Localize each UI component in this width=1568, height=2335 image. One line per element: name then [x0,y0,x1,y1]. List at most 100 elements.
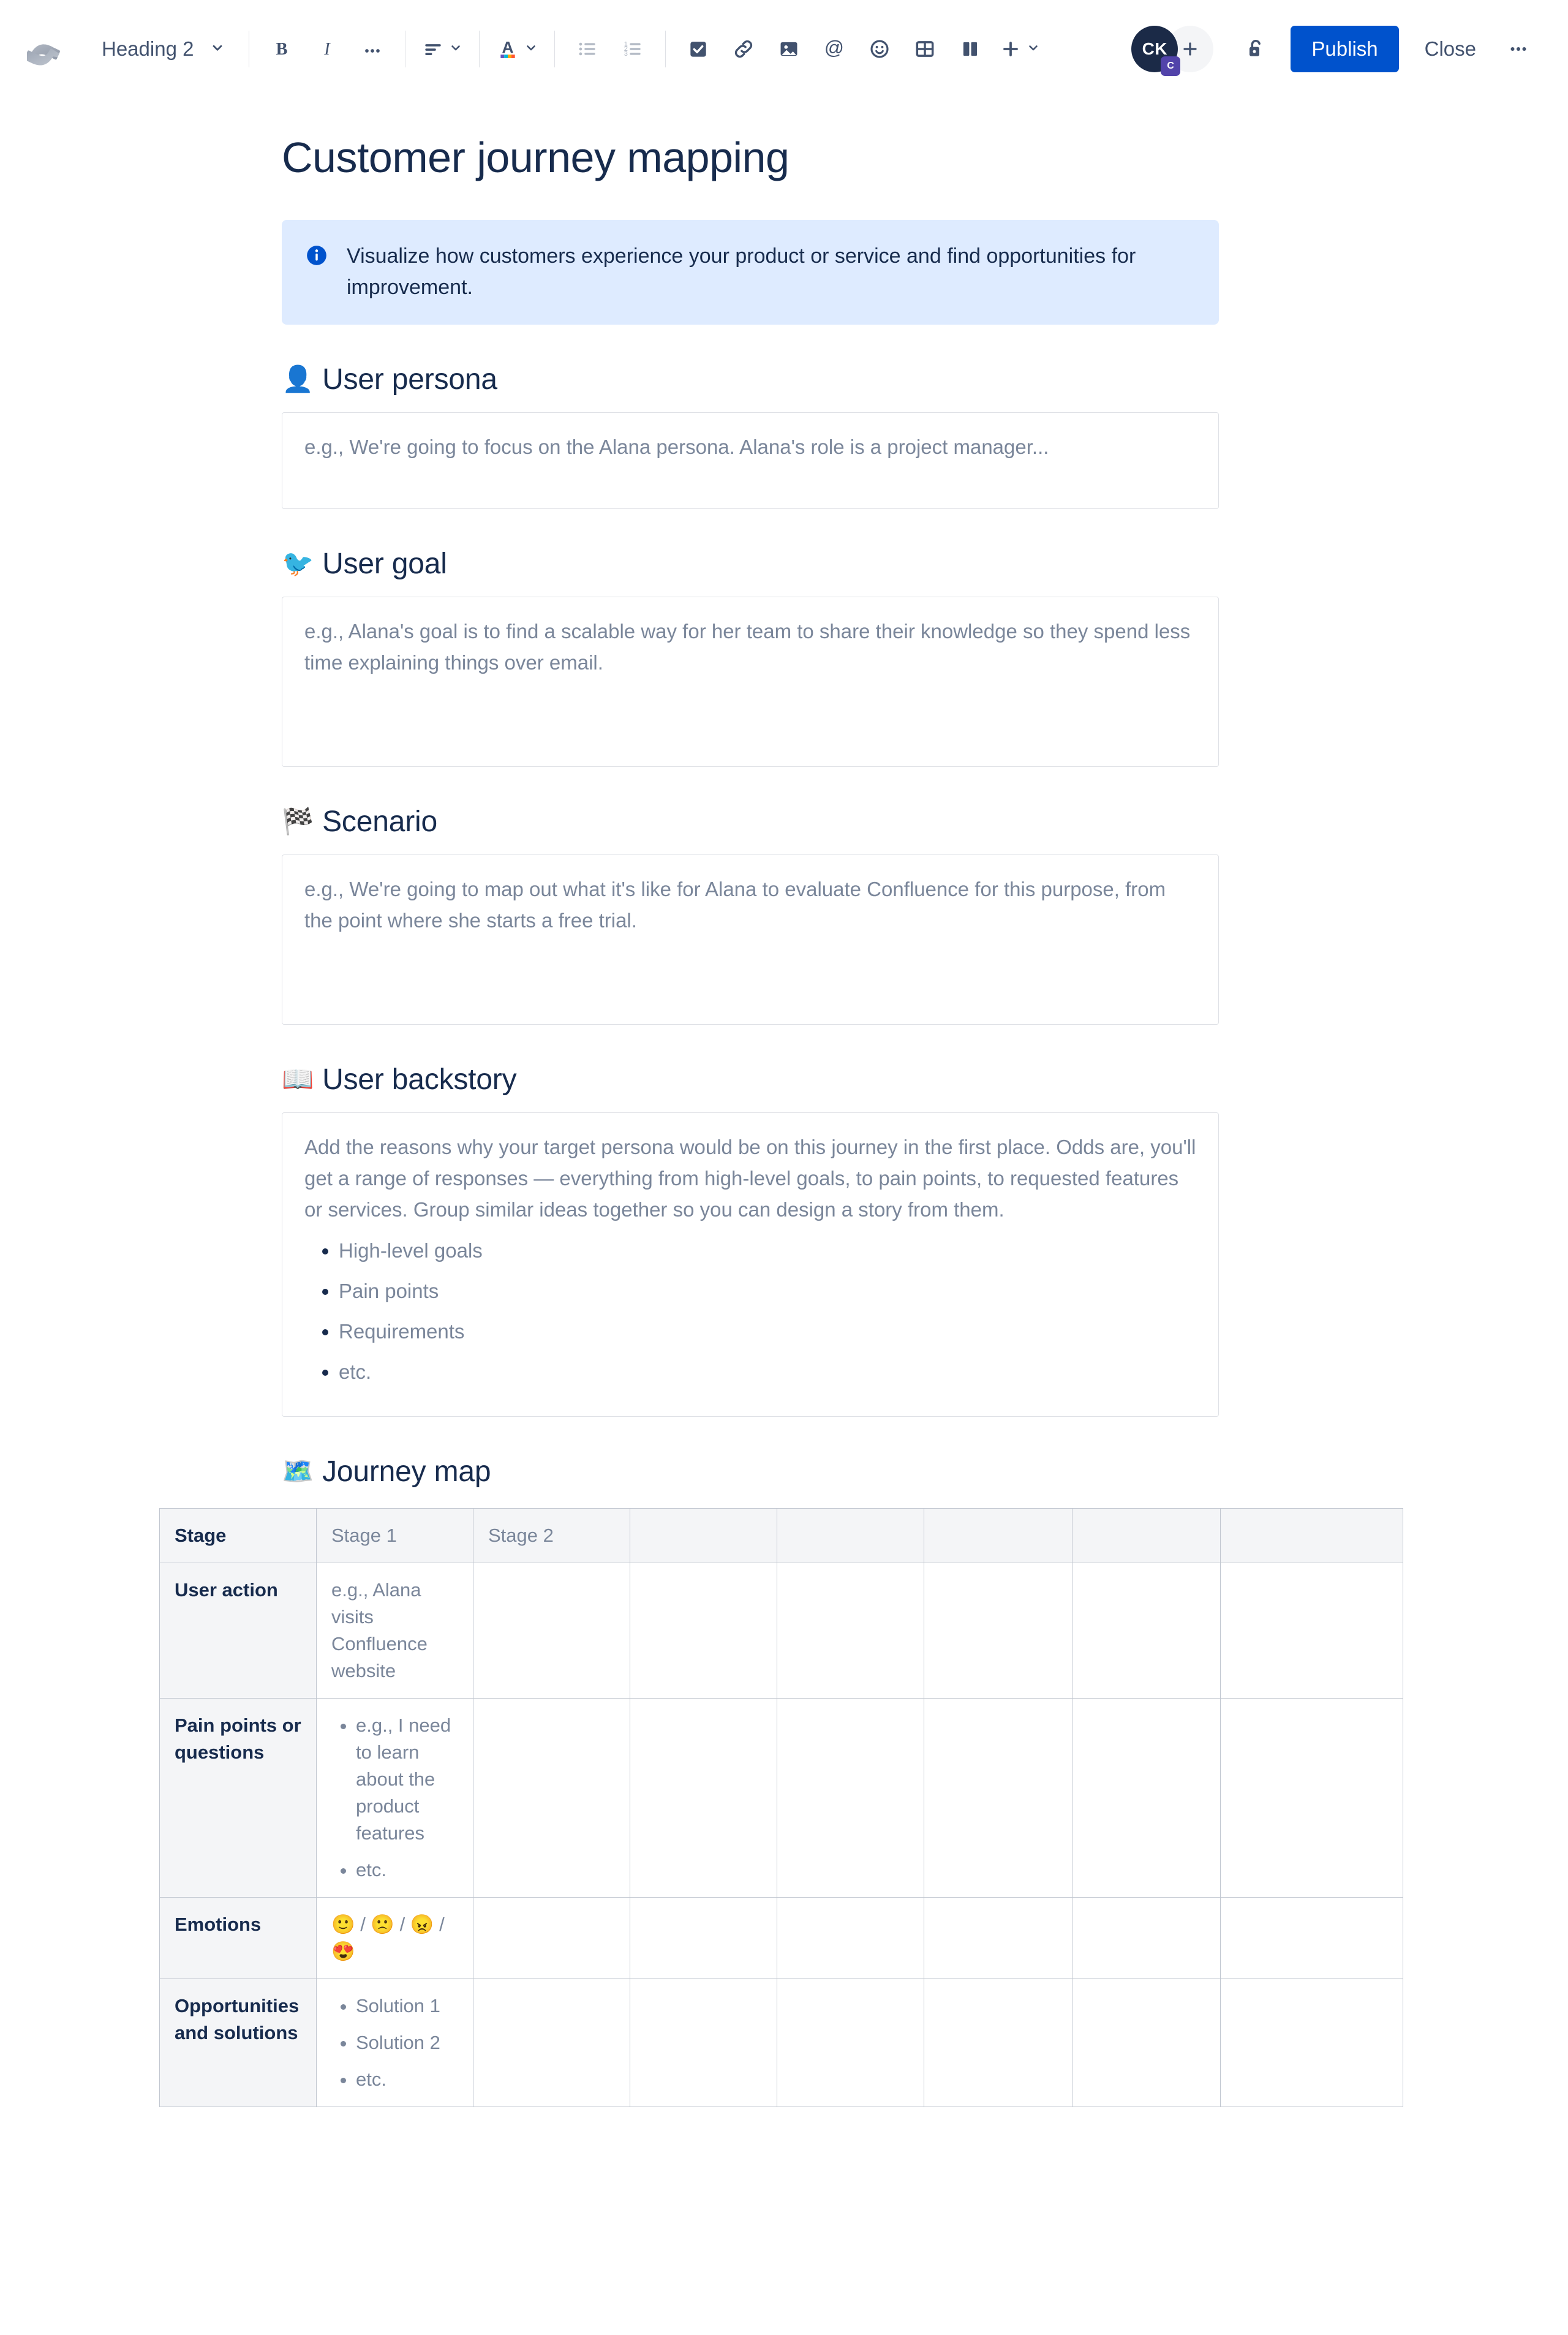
mention-button[interactable]: @ [812,26,857,72]
chevron-down-icon [448,40,463,57]
italic-icon: I [324,40,331,59]
table-row: User action e.g., Alana visits Confluenc… [159,1562,1403,1699]
restrictions-button[interactable] [1233,26,1278,72]
table-cell[interactable] [777,1978,924,2107]
row-header-emotions[interactable]: Emotions [159,1896,317,1979]
table-row: Pain points or questions e.g., I need to… [159,1697,1403,1898]
confluence-logo-icon[interactable] [23,28,66,70]
column-header-empty[interactable] [1072,1507,1221,1563]
column-header-stage-1[interactable]: Stage 1 [316,1507,473,1563]
column-header-empty[interactable] [1220,1507,1403,1563]
column-header-empty[interactable] [777,1507,924,1563]
column-header-empty[interactable] [630,1507,777,1563]
plus-icon [1003,41,1019,56]
table-cell[interactable] [924,1896,1072,1979]
table-cell[interactable] [924,1978,1072,2107]
table-cell[interactable] [924,1562,1072,1699]
more-formatting-button[interactable] [350,26,395,72]
toolbar-left-group: Heading 2 B I A 1 2 3 @ [23,26,1047,72]
numbered-list-button[interactable]: 1 2 3 [610,26,655,72]
scenario-input[interactable]: e.g., We're going to map out what it's l… [282,854,1219,1025]
user-backstory-input[interactable]: Add the reasons why your target persona … [282,1112,1219,1417]
table-cell[interactable] [777,1697,924,1898]
more-options-button[interactable] [1496,26,1541,72]
bold-button[interactable]: B [259,26,304,72]
section-heading-user-persona: 👤 User persona [282,363,1219,396]
table-row: Emotions 🙂 / 🙁 / 😠 / 😍 [159,1896,1403,1979]
column-header-stage-2[interactable]: Stage 2 [473,1507,630,1563]
open-book-emoji: 📖 [282,1065,314,1094]
image-icon [780,42,797,56]
table-cell[interactable]: e.g., Alana visits Confluence website [316,1562,473,1699]
table-cell[interactable] [924,1697,1072,1898]
table-cell[interactable] [1220,1697,1403,1898]
ellipsis-icon [365,48,380,53]
table-cell[interactable] [1220,1562,1403,1699]
journey-map-table-wrapper: Stage Stage 1 Stage 2 User action e.g., … [159,1507,1403,2107]
avatar[interactable]: CK C [1131,25,1181,76]
table-cell[interactable] [1072,1697,1221,1898]
image-button[interactable] [766,26,812,72]
svg-text:I: I [324,40,331,59]
column-header-empty[interactable] [924,1507,1072,1563]
table-cell[interactable] [630,1697,777,1898]
list-item: High-level goals [339,1236,1196,1266]
emoji-button[interactable] [857,26,902,72]
link-button[interactable] [721,26,766,72]
table-cell[interactable] [1072,1562,1221,1699]
italic-button[interactable]: I [304,26,350,72]
table-cell[interactable] [473,1896,630,1979]
block-type-selector[interactable]: Heading 2 [87,26,239,72]
svg-text:3: 3 [624,50,628,58]
action-item-button[interactable] [676,26,721,72]
text-alignment-button[interactable] [415,26,469,72]
table-cell[interactable] [630,1562,777,1699]
table-cell[interactable] [473,1562,630,1699]
journey-map-table[interactable]: Stage Stage 1 Stage 2 User action e.g., … [159,1507,1403,2107]
table-cell[interactable] [777,1896,924,1979]
at-mention-icon: @ [824,37,844,59]
table-cell[interactable] [1072,1978,1221,2107]
table-cell[interactable] [1220,1978,1403,2107]
table-cell[interactable] [1220,1896,1403,1979]
section-heading-text: User backstory [322,1063,517,1096]
bullet-list-button[interactable] [565,26,610,72]
table-cell[interactable] [630,1896,777,1979]
table-cell[interactable] [777,1562,924,1699]
row-header-user-action[interactable]: User action [159,1562,317,1699]
task-checkbox-icon [690,41,707,57]
text-color-button[interactable]: A [489,26,545,72]
list-item: Pain points [339,1277,1196,1306]
page-title[interactable]: Customer journey mapping [282,132,1219,183]
cell-list: Solution 1 Solution 2 etc. [331,1993,459,2093]
table-header-row: Stage Stage 1 Stage 2 [159,1507,1403,1563]
insert-button[interactable] [993,26,1047,72]
table-button[interactable] [902,26,948,72]
svg-text:@: @ [824,37,844,59]
toolbar-divider [665,30,666,67]
svg-text:B: B [276,40,288,59]
chevron-down-icon [209,37,225,61]
user-persona-input[interactable]: e.g., We're going to focus on the Alana … [282,412,1219,509]
link-icon [735,40,753,58]
table-cell[interactable] [1072,1896,1221,1979]
list-item: etc. [356,2066,459,2093]
user-goal-input[interactable]: e.g., Alana's goal is to find a scalable… [282,596,1219,767]
table-cell-emotions[interactable]: 🙂 / 🙁 / 😠 / 😍 [316,1896,473,1979]
table-cell[interactable] [473,1697,630,1898]
row-header-opportunities[interactable]: Opportunities and solutions [159,1978,317,2107]
table-cell[interactable] [473,1978,630,2107]
row-header-pain-points[interactable]: Pain points or questions [159,1697,317,1898]
section-heading-text: Journey map [322,1455,491,1488]
section-heading-journey-map: 🗺️ Journey map [282,1455,1219,1488]
list-item: Solution 2 [356,2029,459,2056]
align-left-icon [425,43,442,55]
close-button[interactable]: Close [1409,26,1492,72]
table-cell[interactable]: e.g., I need to learn about the product … [316,1697,473,1898]
publish-button[interactable]: Publish [1291,25,1399,72]
table-cell[interactable] [630,1978,777,2107]
table-cell[interactable]: Solution 1 Solution 2 etc. [316,1978,473,2107]
layout-button[interactable] [948,26,993,72]
world-map-emoji: 🗺️ [282,1457,314,1486]
column-header-stage[interactable]: Stage [159,1507,317,1563]
